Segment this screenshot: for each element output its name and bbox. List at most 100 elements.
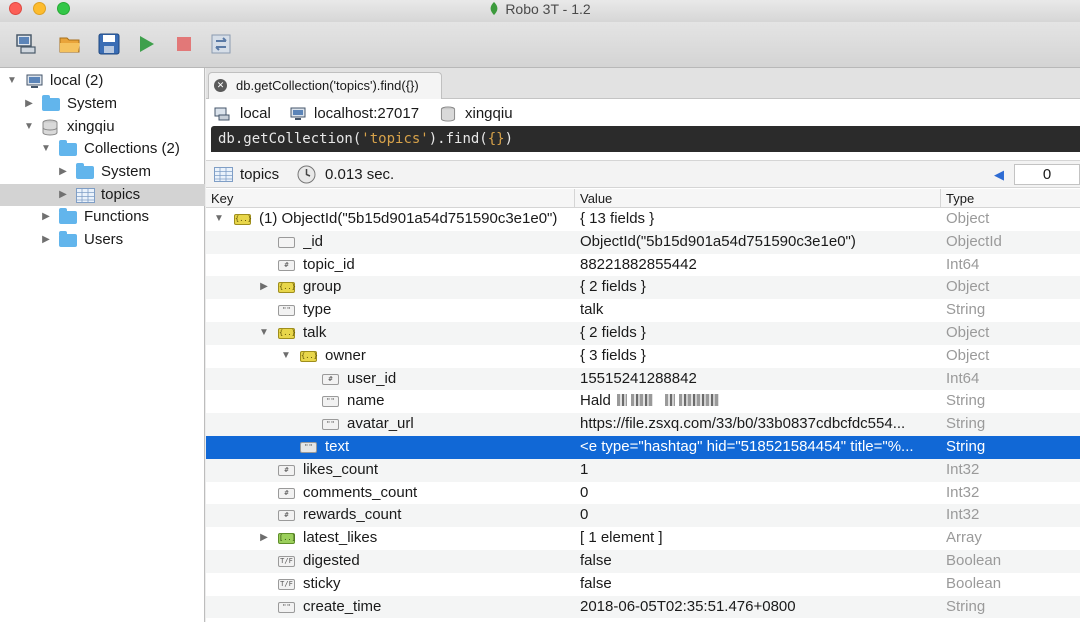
table-row[interactable]: # rewards_count 0 Int32 [206, 504, 1080, 528]
table-row[interactable]: ▶ [..] latest_likes [ 1 element ] Array [206, 527, 1080, 550]
row-type: String [946, 392, 986, 410]
row-value-text: 0 [580, 483, 589, 501]
collapse-arrow-icon[interactable]: ▶ [40, 206, 52, 228]
row-type: String [946, 438, 986, 455]
table-row[interactable]: ▶ {..} group { 2 fields } Object [206, 276, 1080, 300]
collapse-arrow-icon[interactable]: ▶ [258, 527, 270, 549]
tree-item-collections[interactable]: ▼ Collections (2) [0, 138, 205, 160]
row-type: String [946, 597, 986, 615]
row-value-text: { 3 fields } [580, 346, 646, 364]
object-type-icon: {..} [234, 214, 252, 225]
query-panel: ✕ db.getCollection('topics').find({}) lo… [206, 68, 1080, 622]
column-header-key[interactable]: Key [206, 189, 574, 208]
row-value: { 13 fields } [580, 208, 935, 230]
table-row[interactable]: # comments_count 0 Int32 [206, 482, 1080, 505]
collapse-arrow-icon[interactable]: ▶ [57, 161, 69, 183]
save-icon[interactable] [97, 32, 121, 56]
stop-icon[interactable] [172, 32, 196, 56]
folder-icon [59, 140, 77, 156]
query-collection-string: 'topics' [361, 131, 429, 147]
row-type: Object [946, 278, 990, 296]
row-value-text: 15515241288842 [580, 369, 697, 387]
row-value: 0 [580, 482, 935, 504]
expand-arrow-icon[interactable]: ▼ [280, 345, 292, 367]
row-value-text: <e type="hashtag" hid="518521584454" tit… [580, 438, 914, 455]
expand-arrow-icon[interactable]: ▼ [40, 138, 52, 160]
collapse-arrow-icon[interactable]: ▶ [40, 229, 52, 251]
row-key: likes_count [303, 460, 379, 478]
row-key: text [325, 438, 350, 455]
field-type-icon: "" [300, 442, 317, 453]
column-header-type[interactable]: Type [940, 189, 1080, 208]
run-icon[interactable] [134, 32, 158, 56]
table-row[interactable]: # user_id 15515241288842 Int64 [206, 367, 1080, 391]
object-type-icon: {..} [278, 328, 296, 339]
row-type: Object [946, 346, 990, 364]
query-editor[interactable]: db.getCollection('topics').find({}) [211, 126, 1080, 152]
tree-item-functions[interactable]: ▶ Functions [0, 206, 205, 228]
row-value-text: https://file.zsxq.com/33/b0/33b0837cdbcf… [580, 415, 906, 433]
field-type-icon: T/F [278, 556, 295, 567]
field-type-icon: "" [278, 305, 295, 317]
row-value-text: talk [580, 301, 604, 319]
tree-item-label: xingqiu [67, 118, 115, 135]
row-type: Boolean [946, 552, 1002, 569]
table-row[interactable]: ▼ {..} owner { 3 fields } Object [206, 345, 1080, 368]
row-key: owner [325, 346, 366, 364]
row-key: avatar_url [347, 415, 414, 433]
tab-query[interactable]: ✕ db.getCollection('topics').find({}) [208, 72, 442, 99]
tree-item-system[interactable]: ▶ System [0, 93, 205, 115]
expand-arrow-icon[interactable]: ▼ [23, 116, 35, 138]
array-type-icon: [..] [278, 533, 296, 545]
row-key: digested [303, 552, 360, 569]
table-row[interactable]: "" type talk String [206, 299, 1080, 322]
column-header-value[interactable]: Value [574, 189, 940, 208]
connect-icon[interactable] [14, 32, 38, 56]
table-row[interactable]: T/F digested false Boolean [206, 550, 1080, 573]
table-row[interactable]: ▼ {..} talk { 2 fields } Object [206, 322, 1080, 345]
tree-item-xingqiu[interactable]: ▼ xingqiu [0, 116, 205, 138]
collapse-arrow-icon[interactable]: ▶ [57, 184, 69, 206]
tree-item-local[interactable]: ▼ local (2) [0, 70, 205, 92]
expand-arrow-icon[interactable]: ▼ [6, 70, 18, 92]
connection-bar: local localhost:27017 xingqiu [206, 101, 1080, 127]
row-type: Boolean [946, 574, 1002, 592]
expand-arrow-icon[interactable]: ▼ [258, 322, 270, 344]
tree-item-users[interactable]: ▶ Users [0, 229, 205, 251]
open-folder-icon[interactable] [58, 32, 82, 56]
tree-item-system-collections[interactable]: ▶ System [0, 161, 205, 183]
table-row[interactable]: "" name Hald String [206, 390, 1080, 413]
tree-item-label: topics [101, 186, 141, 203]
row-type: Int64 [946, 255, 980, 273]
tree-item-label: Functions [84, 208, 150, 225]
refresh-icon[interactable] [209, 32, 233, 56]
database-icon [440, 106, 456, 122]
collapse-arrow-icon[interactable]: ▶ [258, 276, 270, 298]
tab-bar: ✕ db.getCollection('topics').find({}) [206, 68, 1080, 99]
table-row[interactable]: ▼ {..} (1) ObjectId("5b15d901a54d751590c3e… [206, 208, 1080, 231]
close-tab-icon[interactable]: ✕ [214, 79, 227, 92]
row-value: https://file.zsxq.com/33/b0/33b0837cdbcf… [580, 413, 935, 435]
table-row[interactable]: "" text <e type="hashtag" hid="51852158445… [206, 436, 1080, 459]
row-value: 0 [580, 504, 935, 526]
row-value-text: 2018-06-05T02:35:51.476+0800 [580, 597, 796, 615]
table-row[interactable]: _id ObjectId("5b15d901a54d751590c3e1e0") O… [206, 230, 1080, 254]
table-row[interactable]: T/F sticky false Boolean [206, 573, 1080, 596]
row-type: Int64 [946, 369, 980, 387]
row-value-text: 0 [580, 506, 589, 524]
row-value-text: 88221882855442 [580, 255, 697, 273]
collapse-arrow-icon[interactable]: ▶ [23, 93, 35, 115]
page-number-input[interactable]: 0 [1014, 164, 1080, 185]
previous-page-icon[interactable]: ◀ [994, 161, 1004, 189]
expand-arrow-icon[interactable]: ▼ [213, 208, 225, 230]
table-row[interactable]: # topic_id 88221882855442 Int64 [206, 254, 1080, 277]
table-icon [214, 167, 233, 182]
table-row[interactable]: "" avatar_url https://file.zsxq.com/33/b0/… [206, 413, 1080, 436]
table-row[interactable]: "" create_time 2018-06-05T02:35:51.476+080… [206, 595, 1080, 619]
computer-icon [26, 74, 43, 88]
row-key: user_id [347, 369, 397, 387]
tree-item-label: Users [84, 231, 124, 248]
tree-item-topics[interactable]: ▶ topics [0, 184, 205, 206]
table-row[interactable]: # likes_count 1 Int32 [206, 458, 1080, 482]
server-icon [214, 107, 230, 121]
